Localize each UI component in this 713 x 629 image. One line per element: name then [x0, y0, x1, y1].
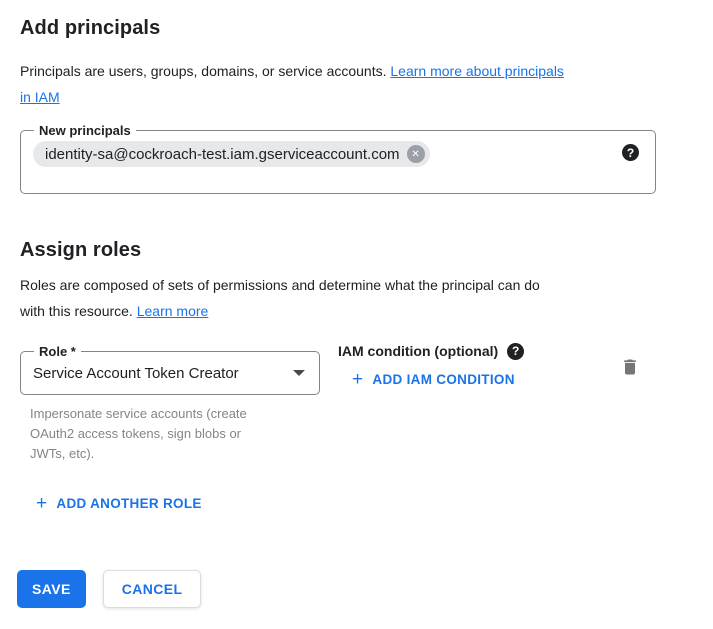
plus-icon: + [36, 494, 47, 513]
save-button[interactable]: SAVE [17, 570, 86, 608]
role-column: Role * Service Account Token Creator Imp… [20, 351, 320, 464]
delete-role-button[interactable] [620, 357, 640, 377]
assign-roles-title: Assign roles [20, 236, 656, 264]
cancel-button[interactable]: CANCEL [103, 570, 202, 608]
add-another-role-label: ADD ANOTHER ROLE [56, 496, 201, 511]
role-selected-value: Service Account Token Creator [33, 365, 239, 382]
iam-condition-header: IAM condition (optional) ? [338, 343, 524, 360]
add-another-role-button[interactable]: + ADD ANOTHER ROLE [20, 494, 202, 513]
dropdown-arrow-icon [293, 370, 305, 376]
principal-chip: identity-sa@cockroach-test.iam.gservicea… [33, 141, 430, 167]
add-principals-panel: Add principals Principals are users, gro… [0, 0, 713, 629]
footer-actions: SAVE CANCEL [17, 570, 656, 608]
principals-description: Principals are users, groups, domains, o… [20, 58, 656, 110]
iam-condition-help-icon[interactable]: ? [507, 343, 524, 360]
delete-icon [620, 357, 640, 377]
new-principals-field[interactable]: New principals identity-sa@cockroach-tes… [20, 130, 656, 194]
new-principals-label: New principals [34, 122, 136, 139]
role-label: Role * [34, 343, 81, 360]
principal-chip-text: identity-sa@cockroach-test.iam.gservicea… [45, 146, 400, 163]
page-title: Add principals [20, 14, 656, 42]
role-row: Role * Service Account Token Creator Imp… [20, 351, 656, 464]
principals-help-icon[interactable]: ? [622, 144, 639, 161]
plus-icon: + [352, 370, 363, 389]
role-select[interactable]: Role * Service Account Token Creator [20, 351, 320, 395]
role-helper-text: Impersonate service accounts (create OAu… [30, 404, 320, 464]
roles-description: Roles are composed of sets of permission… [20, 272, 656, 324]
iam-condition-column: IAM condition (optional) ? + ADD IAM CON… [338, 343, 524, 390]
add-iam-condition-label: ADD IAM CONDITION [372, 372, 514, 387]
principals-description-text: Principals are users, groups, domains, o… [20, 63, 390, 79]
roles-description-text: Roles are composed of sets of permission… [20, 277, 540, 319]
iam-condition-label: IAM condition (optional) [338, 343, 498, 360]
add-iam-condition-button[interactable]: + ADD IAM CONDITION [338, 370, 515, 389]
learn-more-roles-link[interactable]: Learn more [137, 303, 209, 319]
chip-remove-icon[interactable]: ✕ [407, 145, 425, 163]
